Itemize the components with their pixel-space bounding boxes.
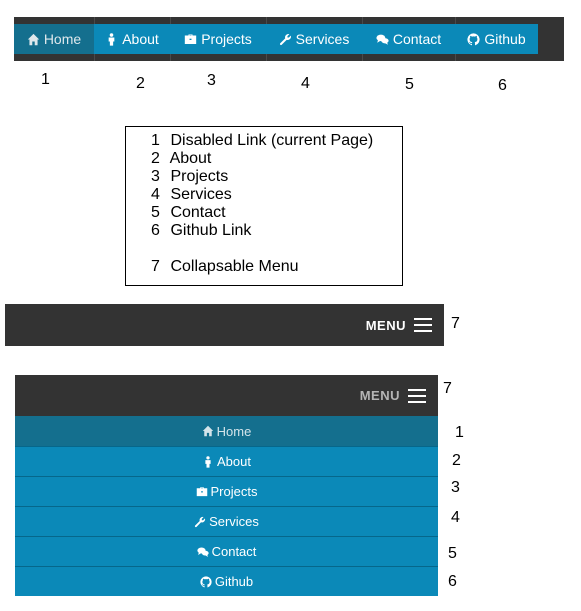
person-icon (202, 455, 214, 468)
menu-projects-link[interactable]: Projects (15, 476, 438, 506)
legend-text: Contact (170, 204, 226, 221)
legend-number: 2 (151, 150, 160, 167)
legend-row: 1 Disabled Link (current Page) (151, 132, 402, 150)
nav-contact-label: Contact (392, 31, 442, 47)
hamburger-icon (414, 318, 432, 332)
nav-services-link[interactable]: Services (266, 17, 363, 61)
menu-label: MENU (365, 317, 406, 333)
nav-about-label: About (122, 31, 159, 47)
legend-row: 3 Projects (151, 168, 402, 186)
top-navbar: Home About Projects Services Contact Git… (14, 17, 564, 61)
chat-icon (196, 546, 209, 558)
menu-home-link[interactable]: Home (15, 416, 438, 446)
briefcase-icon (196, 486, 208, 498)
nav-github-label: Github (484, 31, 526, 47)
nav-home-label: Home (43, 31, 82, 47)
menu-home-label: Home (216, 423, 252, 439)
chat-icon (376, 33, 389, 46)
legend-text: Disabled Link (current Page) (170, 132, 374, 149)
menu-projects-label: Projects (210, 484, 258, 499)
legend-row: 7 Collapsable Menu (151, 258, 402, 276)
menu-toggle-button[interactable]: MENU (360, 375, 426, 416)
marker-number: 3 (451, 479, 460, 496)
marker-number: 4 (451, 509, 460, 526)
menu-contact-link[interactable]: Contact (15, 536, 438, 566)
marker-number: 7 (443, 380, 452, 397)
legend-number: 1 (151, 132, 160, 149)
legend-row: 2 About (151, 150, 402, 168)
legend-text: About (169, 150, 212, 167)
menu-about-label: About (217, 454, 251, 469)
marker-number: 4 (301, 75, 310, 92)
github-icon (467, 32, 480, 46)
marker-number: 2 (136, 75, 145, 92)
legend-number: 5 (151, 204, 160, 221)
marker-number: 6 (498, 77, 507, 94)
legend-spacer (151, 240, 402, 258)
marker-number: 5 (405, 76, 414, 93)
nav-services-label: Services (295, 31, 350, 47)
wrench-icon (279, 33, 292, 46)
collapsed-navbar: MENU (5, 304, 444, 346)
menu-label: MENU (359, 388, 400, 403)
marker-number: 3 (207, 72, 216, 89)
home-icon (27, 33, 40, 46)
expanded-navbar: MENU Home About Projects Services Contac… (15, 375, 438, 596)
home-icon (202, 425, 214, 437)
nav-github-link[interactable]: Github (455, 24, 538, 54)
marker-number: 7 (451, 315, 460, 332)
legend-text: Collapsable Menu (170, 258, 299, 275)
nav-contact-link[interactable]: Contact (362, 17, 456, 61)
legend-box: 1 Disabled Link (current Page) 2 About 3… (125, 126, 403, 286)
briefcase-icon (184, 33, 197, 46)
menu-github-label: Github (214, 574, 254, 589)
legend-row: 5 Contact (151, 204, 402, 222)
nav-tabs: Home About Projects Services Contact Git… (14, 17, 538, 61)
marker-number: 1 (41, 71, 50, 88)
legend-row: 4 Services (151, 186, 402, 204)
menu-contact-label: Contact (211, 544, 257, 559)
expanded-navbar-header: MENU (15, 375, 438, 416)
marker-number: 1 (455, 424, 464, 441)
menu-github-link[interactable]: Github (15, 566, 438, 596)
nav-projects-link[interactable]: Projects (170, 17, 267, 61)
legend-text: Services (170, 186, 232, 203)
menu-toggle-button[interactable]: MENU (366, 304, 432, 346)
marker-number: 6 (448, 573, 457, 590)
marker-number: 5 (448, 545, 457, 562)
menu-services-label: Services (209, 514, 259, 529)
wrench-icon (194, 516, 206, 528)
legend-number: 6 (151, 222, 160, 239)
menu-about-link[interactable]: About (15, 446, 438, 476)
nav-about-link[interactable]: About (94, 17, 171, 61)
nav-home-link[interactable]: Home (14, 17, 95, 61)
github-icon (200, 575, 212, 588)
legend-number: 3 (151, 168, 160, 185)
nav-projects-label: Projects (201, 31, 252, 47)
menu-services-link[interactable]: Services (15, 506, 438, 536)
person-icon (105, 32, 118, 46)
legend-text: Github Link (170, 222, 252, 239)
legend-number: 4 (151, 186, 160, 203)
legend-text: Projects (170, 168, 229, 185)
hamburger-icon (408, 388, 426, 403)
legend-number: 7 (151, 258, 160, 275)
legend-row: 6 Github Link (151, 222, 402, 240)
marker-number: 2 (452, 452, 461, 469)
